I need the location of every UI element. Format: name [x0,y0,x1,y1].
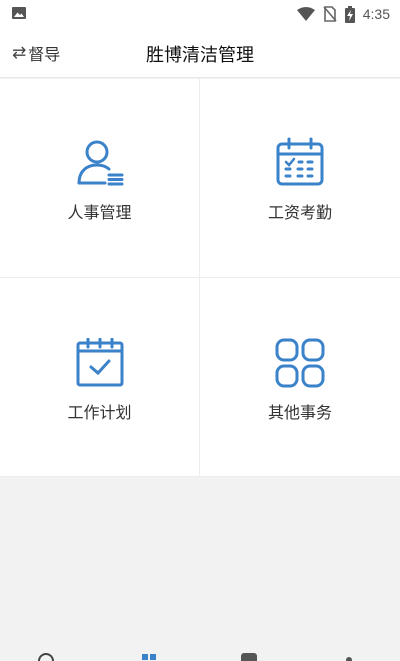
status-bar: 4:35 [0,0,400,28]
bottom-nav [0,650,400,661]
apps-grid-icon [275,338,325,388]
status-icons: 4:35 [296,5,390,23]
home-icon[interactable] [37,652,55,661]
module-label: 工资考勤 [267,203,332,222]
switch-role-label: 督导 [28,45,61,64]
user-list-icon [77,140,124,186]
wifi-icon [296,7,315,21]
battery-charging-icon [344,5,355,23]
calendar-check-icon [76,338,124,387]
profile-icon[interactable] [340,652,358,661]
module-other-affairs[interactable]: 其他事务 [200,278,400,477]
workbench-icon[interactable] [140,652,158,661]
module-work-plan[interactable]: 工作计划 [0,278,200,477]
module-label: 人事管理 [67,203,132,222]
module-personnel[interactable]: 人事管理 [0,79,200,278]
module-label: 工作计划 [67,403,132,422]
switch-role-button[interactable]: ⇄ 督导 [12,41,60,65]
module-label: 其他事务 [267,403,332,422]
calendar-grid-icon [276,137,324,186]
status-time: 4:35 [362,6,390,22]
no-sim-icon [323,6,337,22]
module-salary-attendance[interactable]: 工资考勤 [200,79,400,278]
app-header: ⇄ 督导 胜博清洁管理 [0,28,400,78]
swap-icon: ⇄ [12,43,27,63]
module-grid: 人事管理 工资考勤 工作计划 其他事务 [0,79,400,477]
image-icon [12,7,26,19]
message-icon[interactable] [240,652,258,661]
